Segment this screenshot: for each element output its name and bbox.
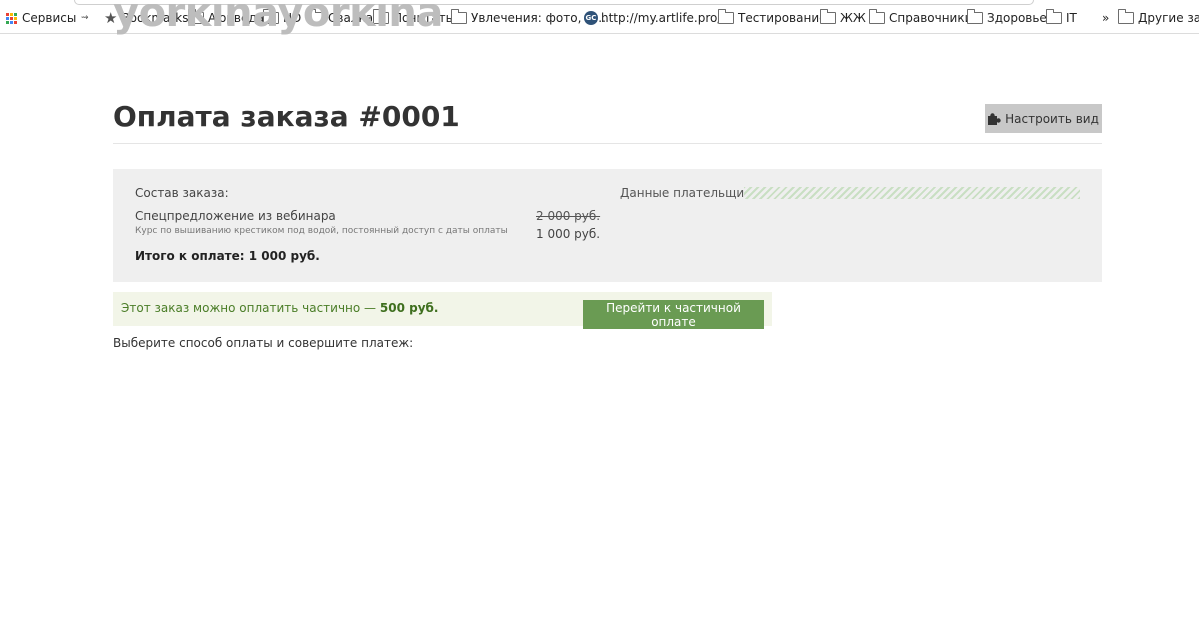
order-item-name: Спецпредложение из вебинара [135, 209, 336, 223]
bookmark-small[interactable]: ⇝ [81, 10, 89, 26]
configure-view-button[interactable]: Настроить вид [985, 104, 1102, 133]
folder-icon [1118, 9, 1134, 24]
bookmark-apps[interactable]: Сервисы [6, 10, 76, 26]
small-icon: ⇝ [81, 13, 89, 23]
bookmarks-overflow-button[interactable]: » [1102, 10, 1109, 26]
configure-view-label: Настроить вид [1005, 111, 1099, 126]
bookmark-folder[interactable]: ЖЖ [820, 9, 866, 26]
order-total: Итого к оплате: 1 000 руб. [135, 249, 320, 263]
bookmark-folder[interactable]: Тестирование [718, 9, 827, 26]
folder-icon [820, 9, 836, 24]
puzzle-icon [988, 112, 1001, 125]
bookmark-folder[interactable]: IT [1046, 9, 1077, 26]
bookmark-label: Справочники [889, 11, 973, 25]
payer-data-loading-bar [744, 187, 1080, 199]
new-price: 1 000 руб. [536, 227, 601, 241]
bookmark-other[interactable]: Другие закл [1118, 9, 1199, 26]
bookmark-label: Сервисы [22, 11, 77, 25]
divider [113, 143, 1102, 144]
page-title: Оплата заказа #0001 [113, 100, 460, 133]
bookmark-folder[interactable]: Здоровье [967, 9, 1047, 26]
folder-icon [451, 9, 467, 24]
bookmark-folder[interactable]: Справочники [869, 9, 973, 26]
bookmark-label: ЖЖ [840, 11, 866, 25]
bookmark-label: Другие закл [1138, 11, 1199, 25]
payer-data-label: Данные плательщика: [620, 186, 763, 200]
folder-icon [1046, 9, 1062, 24]
chevron-double-right-icon: » [1102, 11, 1110, 25]
bookmark-folder[interactable]: Увлечения: фото, G... [451, 9, 606, 26]
bookmark-label: http://my.artlife.pro/... [601, 11, 733, 25]
folder-icon [869, 9, 885, 24]
site-logo-text: yorkinayorkina [113, 4, 443, 36]
partial-payment-text: Этот заказ можно оплатить частично — 500… [121, 301, 438, 315]
bookmark-label: IT [1066, 11, 1077, 25]
old-price: 2 000 руб. [536, 209, 601, 223]
bookmark-label: Здоровье [987, 11, 1047, 25]
site-logo[interactable]: yorkinayorkina [113, 4, 443, 42]
bookmark-link[interactable]: GC http://my.artlife.pro/... [584, 10, 733, 26]
partial-payment-amount: 500 руб. [379, 301, 439, 315]
gc-icon: GC [584, 11, 598, 25]
partial-payment-message: Этот заказ можно оплатить частично — [121, 301, 377, 315]
order-composition-label: Состав заказа: [135, 186, 229, 200]
folder-icon [718, 9, 734, 24]
bookmark-label: Тестирование [738, 11, 827, 25]
apps-icon [6, 12, 17, 24]
order-item-description: Курс по вышиванию крестиком под водой, п… [135, 226, 508, 236]
choose-payment-method-text: Выберите способ оплаты и совершите плате… [113, 336, 414, 350]
folder-icon [967, 9, 983, 24]
partial-payment-button[interactable]: Перейти к частичной оплате [583, 300, 764, 329]
